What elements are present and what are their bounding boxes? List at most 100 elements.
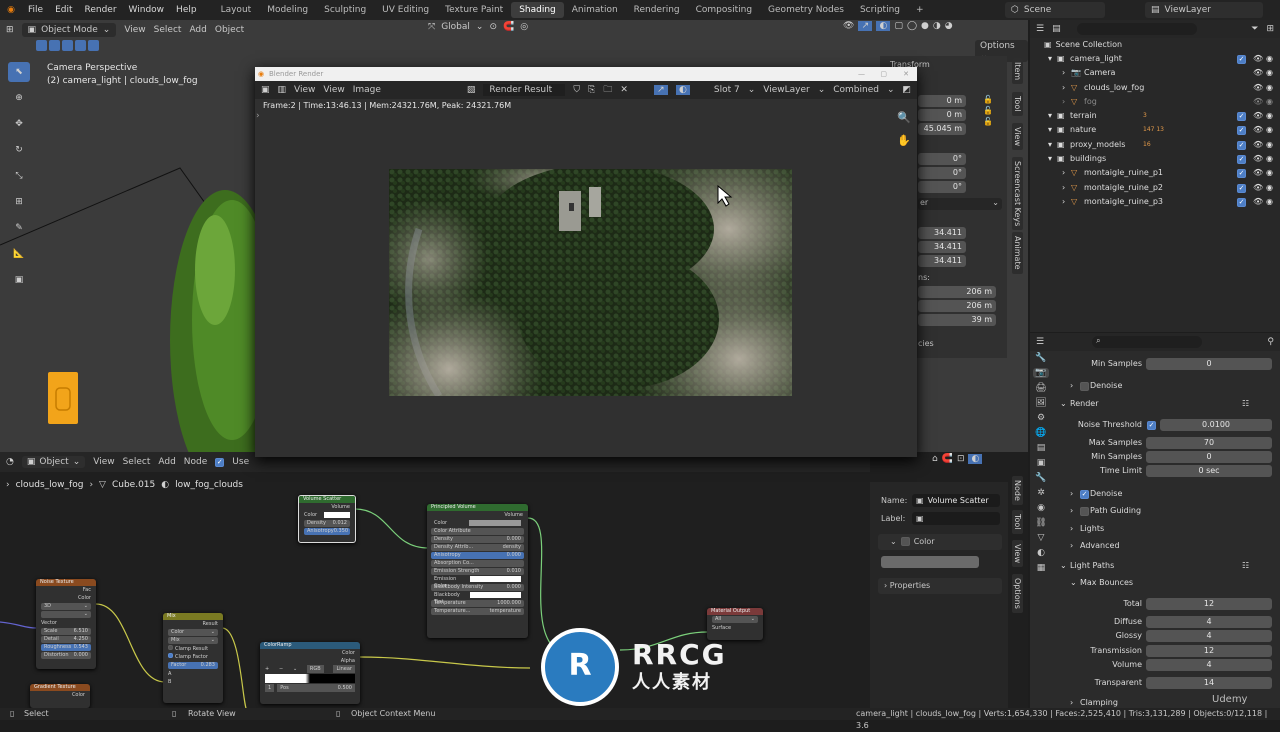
dimensions-z-field[interactable]: 39 m <box>918 314 996 326</box>
render-slot-dropdown[interactable]: Slot 7 <box>714 85 740 95</box>
camera-render-icon[interactable]: ◉ <box>1266 109 1273 123</box>
color-panel-header[interactable]: ⌄ Color <box>878 534 1002 550</box>
display-channels-icon[interactable]: ◩ <box>903 85 912 95</box>
outliner-item[interactable]: › ▽ fog 👁 ◉ <box>1040 95 1280 109</box>
sidebar-tab-view[interactable]: View <box>1012 123 1023 150</box>
camera-render-icon[interactable]: ◉ <box>1266 138 1273 152</box>
tool-tab-icon[interactable]: 🔧 <box>1035 353 1046 363</box>
zoom-icon[interactable]: 🔍 <box>897 111 911 124</box>
new-image-icon[interactable]: ⎘ <box>588 85 595 95</box>
viewport-menu-select[interactable]: Select <box>154 25 182 35</box>
node-dimensions-dropdown[interactable]: 3D ⌄ <box>41 603 91 610</box>
color-ramp-node[interactable]: ColorRamp Color Alpha + − ⌄ RGB Linear 1 Pos 0… <box>260 642 360 704</box>
clamp-factor-checkbox[interactable] <box>168 653 173 658</box>
node-field[interactable]: Color Attribute <box>431 528 524 535</box>
scene-selector[interactable]: ⬡ Scene <box>1005 2 1105 18</box>
select-tool-icon[interactable]: ⬉ <box>8 62 30 82</box>
property-row[interactable]: Time Limit 0 sec <box>1056 464 1272 478</box>
node-tab-tool[interactable]: Tool <box>1012 510 1023 534</box>
output-tab-icon[interactable]: 🖨 <box>1035 383 1046 393</box>
exclude-checkbox[interactable]: ✓ <box>1237 155 1246 164</box>
node-field[interactable]: Density 0.000 <box>431 536 524 543</box>
render-window-titlebar[interactable]: ◉ Blender Render — ▢ ✕ <box>255 67 917 81</box>
gradient-texture-node[interactable]: Gradient Texture Color <box>30 684 90 708</box>
node-field[interactable]: Absorption Co... <box>431 560 524 567</box>
gizmo-icon[interactable]: ↗ <box>653 85 668 95</box>
property-row[interactable]: Diffuse 4 <box>1056 615 1272 629</box>
render-tab-icon[interactable]: 📷 <box>1033 368 1049 378</box>
proportional-icon[interactable]: ◎ <box>520 22 528 32</box>
render-pass-dropdown[interactable]: Combined <box>833 85 879 95</box>
outliner-item[interactable]: ▾ ▣ terrain 3 ✓ 👁 ◉ <box>1040 109 1280 123</box>
collection-tab-icon[interactable]: ▤ <box>1037 443 1046 453</box>
pin-icon[interactable]: ⚲ <box>1267 337 1274 347</box>
gizmo-icon[interactable]: ↗ <box>858 21 873 31</box>
eye-icon[interactable]: 👁 <box>1253 66 1263 80</box>
disclosure-triangle-icon[interactable]: › <box>1062 181 1065 195</box>
toolbar-toggle-icon[interactable]: › <box>256 111 260 121</box>
scale-x-field[interactable]: 34.411 <box>918 227 966 239</box>
eye-icon[interactable]: 👁 <box>1253 109 1263 123</box>
data-tab-icon[interactable]: ▽ <box>1038 533 1045 543</box>
blender-logo-icon[interactable]: ◉ <box>0 5 22 15</box>
color-row[interactable]: Color <box>299 511 355 519</box>
eye-icon[interactable]: 👁 <box>1253 166 1263 180</box>
object-tab-icon[interactable]: ▣ <box>1037 458 1046 468</box>
property-checkbox[interactable]: ✓ <box>1147 421 1156 430</box>
subpanel-header[interactable]: › ✓ Denoise <box>1056 487 1272 501</box>
property-field[interactable]: 14 <box>1146 677 1272 689</box>
overlay-icon[interactable]: ◐ <box>675 85 690 95</box>
eye-icon[interactable]: 👁 <box>1253 152 1263 166</box>
editor-type-icon[interactable]: ⊞ <box>6 25 14 35</box>
clamp-result-checkbox[interactable] <box>168 645 173 650</box>
menu-help[interactable]: Help <box>170 5 203 15</box>
scene-collection-row[interactable]: ▣ Scene Collection <box>1044 40 1122 49</box>
camera-render-icon[interactable]: ◉ <box>1266 166 1273 180</box>
exclude-checkbox[interactable]: ✓ <box>1237 184 1246 193</box>
tab-sculpting[interactable]: Sculpting <box>316 2 374 18</box>
node-type-dropdown[interactable]: ⌄ <box>41 611 91 618</box>
select-subtract-icon[interactable] <box>62 40 73 51</box>
eye-icon[interactable]: 👁 <box>1253 52 1263 66</box>
camera-render-icon[interactable]: ◉ <box>1266 123 1273 137</box>
node-tab-node[interactable]: Node <box>1012 476 1023 505</box>
node-name-field[interactable]: ▣ Volume Scatter <box>912 494 1000 507</box>
subpanel-checkbox[interactable] <box>1080 507 1089 516</box>
annotate-tool-icon[interactable]: ✎ <box>15 218 23 238</box>
exclude-checkbox[interactable]: ✓ <box>1237 55 1246 64</box>
subpanel-checkbox[interactable] <box>1080 382 1089 391</box>
cursor-tool-icon[interactable]: ⊕ <box>15 88 23 108</box>
outliner-item[interactable]: ▾ ▣ proxy_models 16 ✓ 👁 ◉ <box>1040 138 1280 152</box>
mix-node[interactable]: Mix Result Color ⌄ Mix ⌄ Clamp Result Clam… <box>163 613 223 703</box>
add-cube-tool-icon[interactable]: ▣ <box>15 270 24 290</box>
camera-render-icon[interactable]: ◉ <box>1266 66 1273 80</box>
node-tab-options[interactable]: Options <box>1012 574 1023 613</box>
disclosure-triangle-icon[interactable]: › <box>1062 166 1065 180</box>
exclude-checkbox[interactable]: ✓ <box>1237 112 1246 121</box>
location-z-field[interactable]: 45.045 m <box>918 123 966 135</box>
fake-user-icon[interactable]: ⛉ <box>573 85 580 95</box>
new-collection-icon[interactable]: ⊞ <box>1266 24 1274 34</box>
subpanel-header[interactable]: › Path Guiding <box>1056 504 1272 518</box>
exclude-checkbox[interactable]: ✓ <box>1237 141 1246 150</box>
material-output-node[interactable]: Material Output All ⌄ Surface <box>707 608 763 640</box>
ramp-menu-icon[interactable]: ⌄ <box>293 665 297 673</box>
node-field[interactable]: Density Attrib... density <box>431 544 524 551</box>
subpanel-checkbox[interactable]: ✓ <box>1080 490 1089 499</box>
transform-orientation[interactable]: ⤧ Global ⌄ ⊙ 🧲 ◎ <box>428 22 528 32</box>
snap-mode-icon[interactable]: ⊡ <box>957 454 965 464</box>
property-field[interactable]: 0.0100 <box>1160 419 1272 431</box>
node-data-type-dropdown[interactable]: Color ⌄ <box>168 629 218 636</box>
scale-z-field[interactable]: 34.411 <box>918 255 966 267</box>
rotation-y-field[interactable]: 0° <box>918 167 966 179</box>
node-color-swatch[interactable] <box>881 556 979 568</box>
snap-icon[interactable]: 🧲 <box>503 22 514 32</box>
scene-tab-icon[interactable]: ⚙ <box>1037 413 1045 423</box>
eye-icon[interactable]: 👁 <box>1253 181 1263 195</box>
outliner-item[interactable]: › 📷 Camera 👁 ◉ <box>1040 66 1280 80</box>
pin-icon[interactable]: ⌂ <box>932 454 938 464</box>
panel-header[interactable]: ⌄ Light Paths ☷ <box>1056 559 1272 573</box>
node-field[interactable]: Detail 4.250 <box>41 636 91 643</box>
wireframe-shading-icon[interactable]: ◯ <box>907 21 917 31</box>
exclude-checkbox[interactable]: ✓ <box>1237 169 1246 178</box>
